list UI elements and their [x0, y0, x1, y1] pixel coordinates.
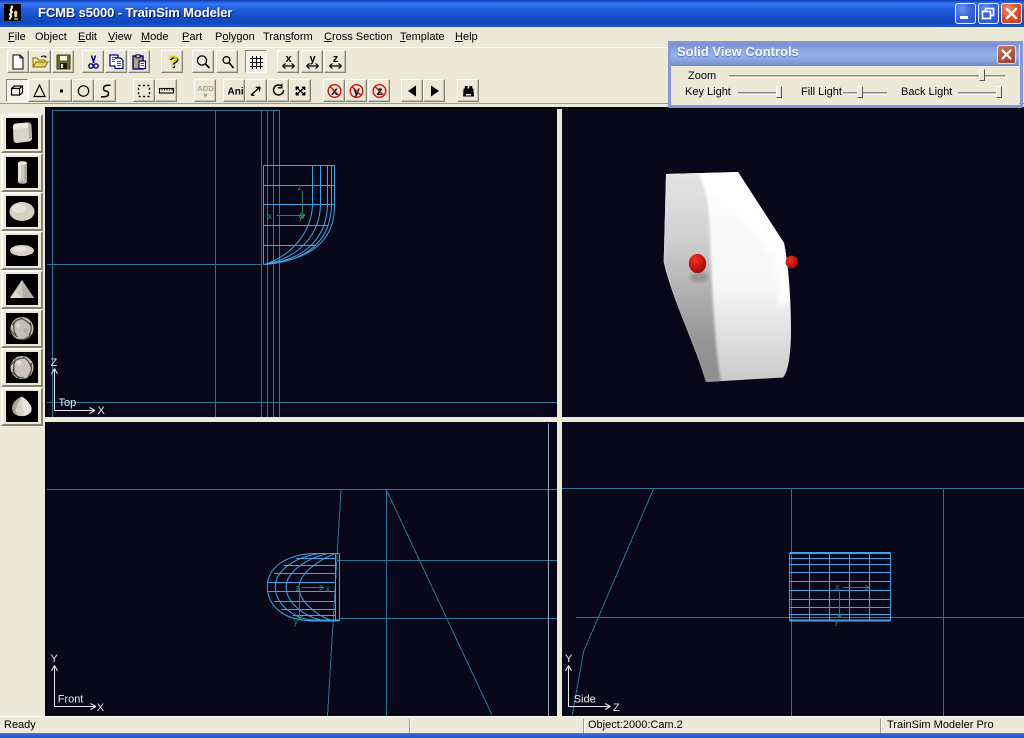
svg-text:Ani: Ani	[227, 87, 243, 98]
svg-text:z: z	[298, 182, 303, 192]
svg-text:x: x	[326, 584, 331, 594]
svg-text:Front: Front	[58, 694, 84, 706]
svg-text:y: y	[294, 617, 299, 627]
svg-text:Y: Y	[51, 653, 59, 665]
svg-text:x: x	[268, 211, 273, 221]
svg-text:Side: Side	[574, 694, 596, 706]
svg-text:X: X	[97, 702, 105, 714]
svg-text:X: X	[98, 405, 106, 417]
svg-text:z: z	[296, 583, 301, 593]
svg-text:Top: Top	[59, 397, 77, 409]
svg-text:z: z	[332, 54, 338, 65]
svg-text:Y: Y	[565, 653, 573, 665]
svg-text:y: y	[299, 212, 304, 222]
svg-text:y: y	[834, 616, 839, 626]
svg-text:?: ?	[168, 54, 178, 70]
svg-text:Z: Z	[51, 357, 58, 369]
svg-text:ADD: ADD	[197, 84, 214, 93]
svg-text:y: y	[309, 54, 316, 65]
svg-text:Z: Z	[613, 702, 620, 714]
svg-text:x: x	[835, 582, 840, 592]
svg-text:x: x	[285, 54, 292, 65]
